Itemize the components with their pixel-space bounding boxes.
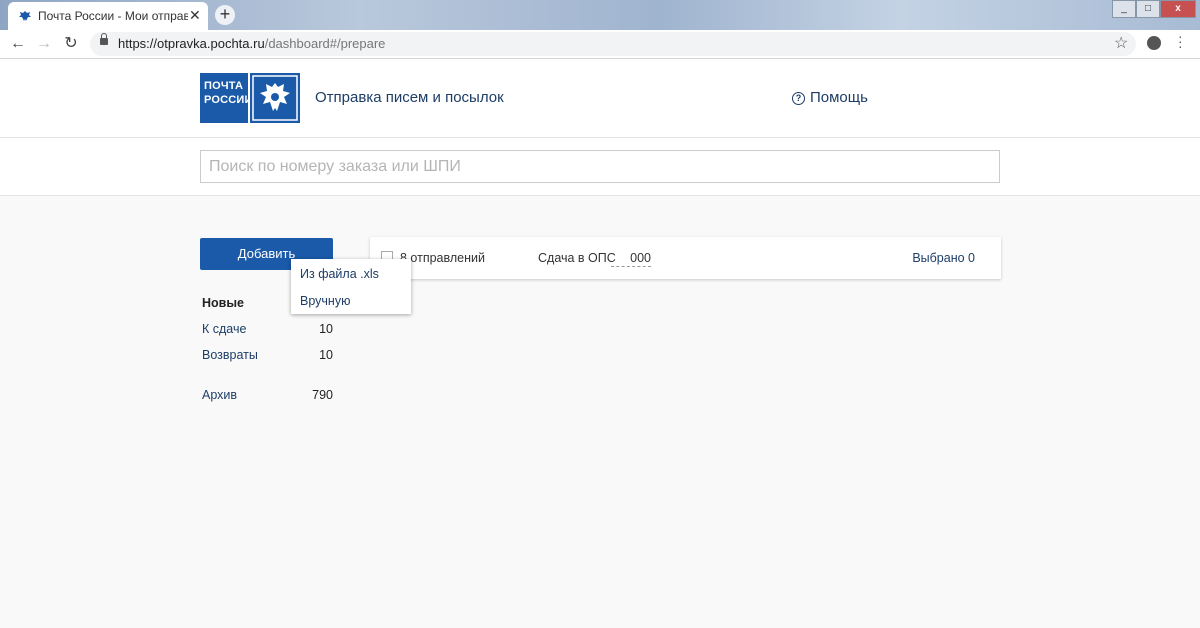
maximize-window-button[interactable]: □ [1136,0,1160,18]
eagle-emblem-logo[interactable] [250,73,300,123]
help-link[interactable]: ? Помощь [792,89,868,106]
back-arrow-icon[interactable]: ← [8,34,28,54]
site-header: ПОЧТА РОССИИ Отправка писем и посылок ? П… [0,59,1200,138]
browser-tab[interactable]: Почта России - Мои отправления ✕ [8,2,208,30]
sidebar-count-to-send: 10 [319,322,333,336]
sidebar-item-returns[interactable]: Возвраты [202,348,258,362]
address-bar[interactable]: https://otpravka.pochta.ru/dashboard#/pr… [90,32,1136,56]
new-tab-button[interactable]: + [215,5,235,25]
ops-label: Сдача в ОПС [538,251,616,265]
lock-icon [100,33,108,45]
sidebar-item-to-send[interactable]: К сдаче [202,322,246,336]
close-tab-icon[interactable]: ✕ [189,7,201,23]
question-circle-icon: ? [792,92,805,105]
browser-tabstrip: Почта России - Мои отправления ✕ + _ □ x [0,0,1200,30]
eagle-icon [252,75,298,121]
sidebar-count-archive: 790 [312,388,333,402]
shipments-count: 8 отправлений [400,251,485,265]
bookmark-star-icon[interactable]: ☆ [1114,33,1128,53]
add-dropdown-menu: Из файла .xls Вручную [291,259,411,314]
ops-selector[interactable]: 000 [611,251,651,267]
browser-toolbar: ← → ↻ https://otpravka.pochta.ru/dashboa… [0,30,1200,59]
selected-count: Выбрано 0 [912,251,975,265]
shipments-toolbar: 8 отправлений Сдача в ОПС 000 Выбрано 0 [370,237,1001,279]
logo-text-block[interactable]: ПОЧТА РОССИИ [200,73,252,123]
account-icon[interactable] [1147,36,1161,50]
browser-menu-icon[interactable]: · · · [1178,29,1183,53]
site-title[interactable]: Отправка писем и посылок [315,89,504,106]
forward-arrow-icon[interactable]: → [34,34,54,54]
minimize-window-button[interactable]: _ [1112,0,1136,18]
sidebar-item-new[interactable]: Новые [202,296,244,310]
sidebar-item-archive[interactable]: Архив [202,388,237,402]
close-window-button[interactable]: x [1160,0,1196,18]
tab-title: Почта России - Мои отправления [38,9,188,23]
eagle-icon [19,11,31,21]
menu-item-manual[interactable]: Вручную [300,294,350,308]
reload-icon[interactable]: ↻ [61,34,81,54]
search-band [0,138,1200,196]
menu-item-from-xls[interactable]: Из файла .xls [300,267,379,281]
search-input[interactable] [200,150,1000,183]
sidebar-count-returns: 10 [319,348,333,362]
url-text: https://otpravka.pochta.ru/dashboard#/pr… [118,36,386,51]
